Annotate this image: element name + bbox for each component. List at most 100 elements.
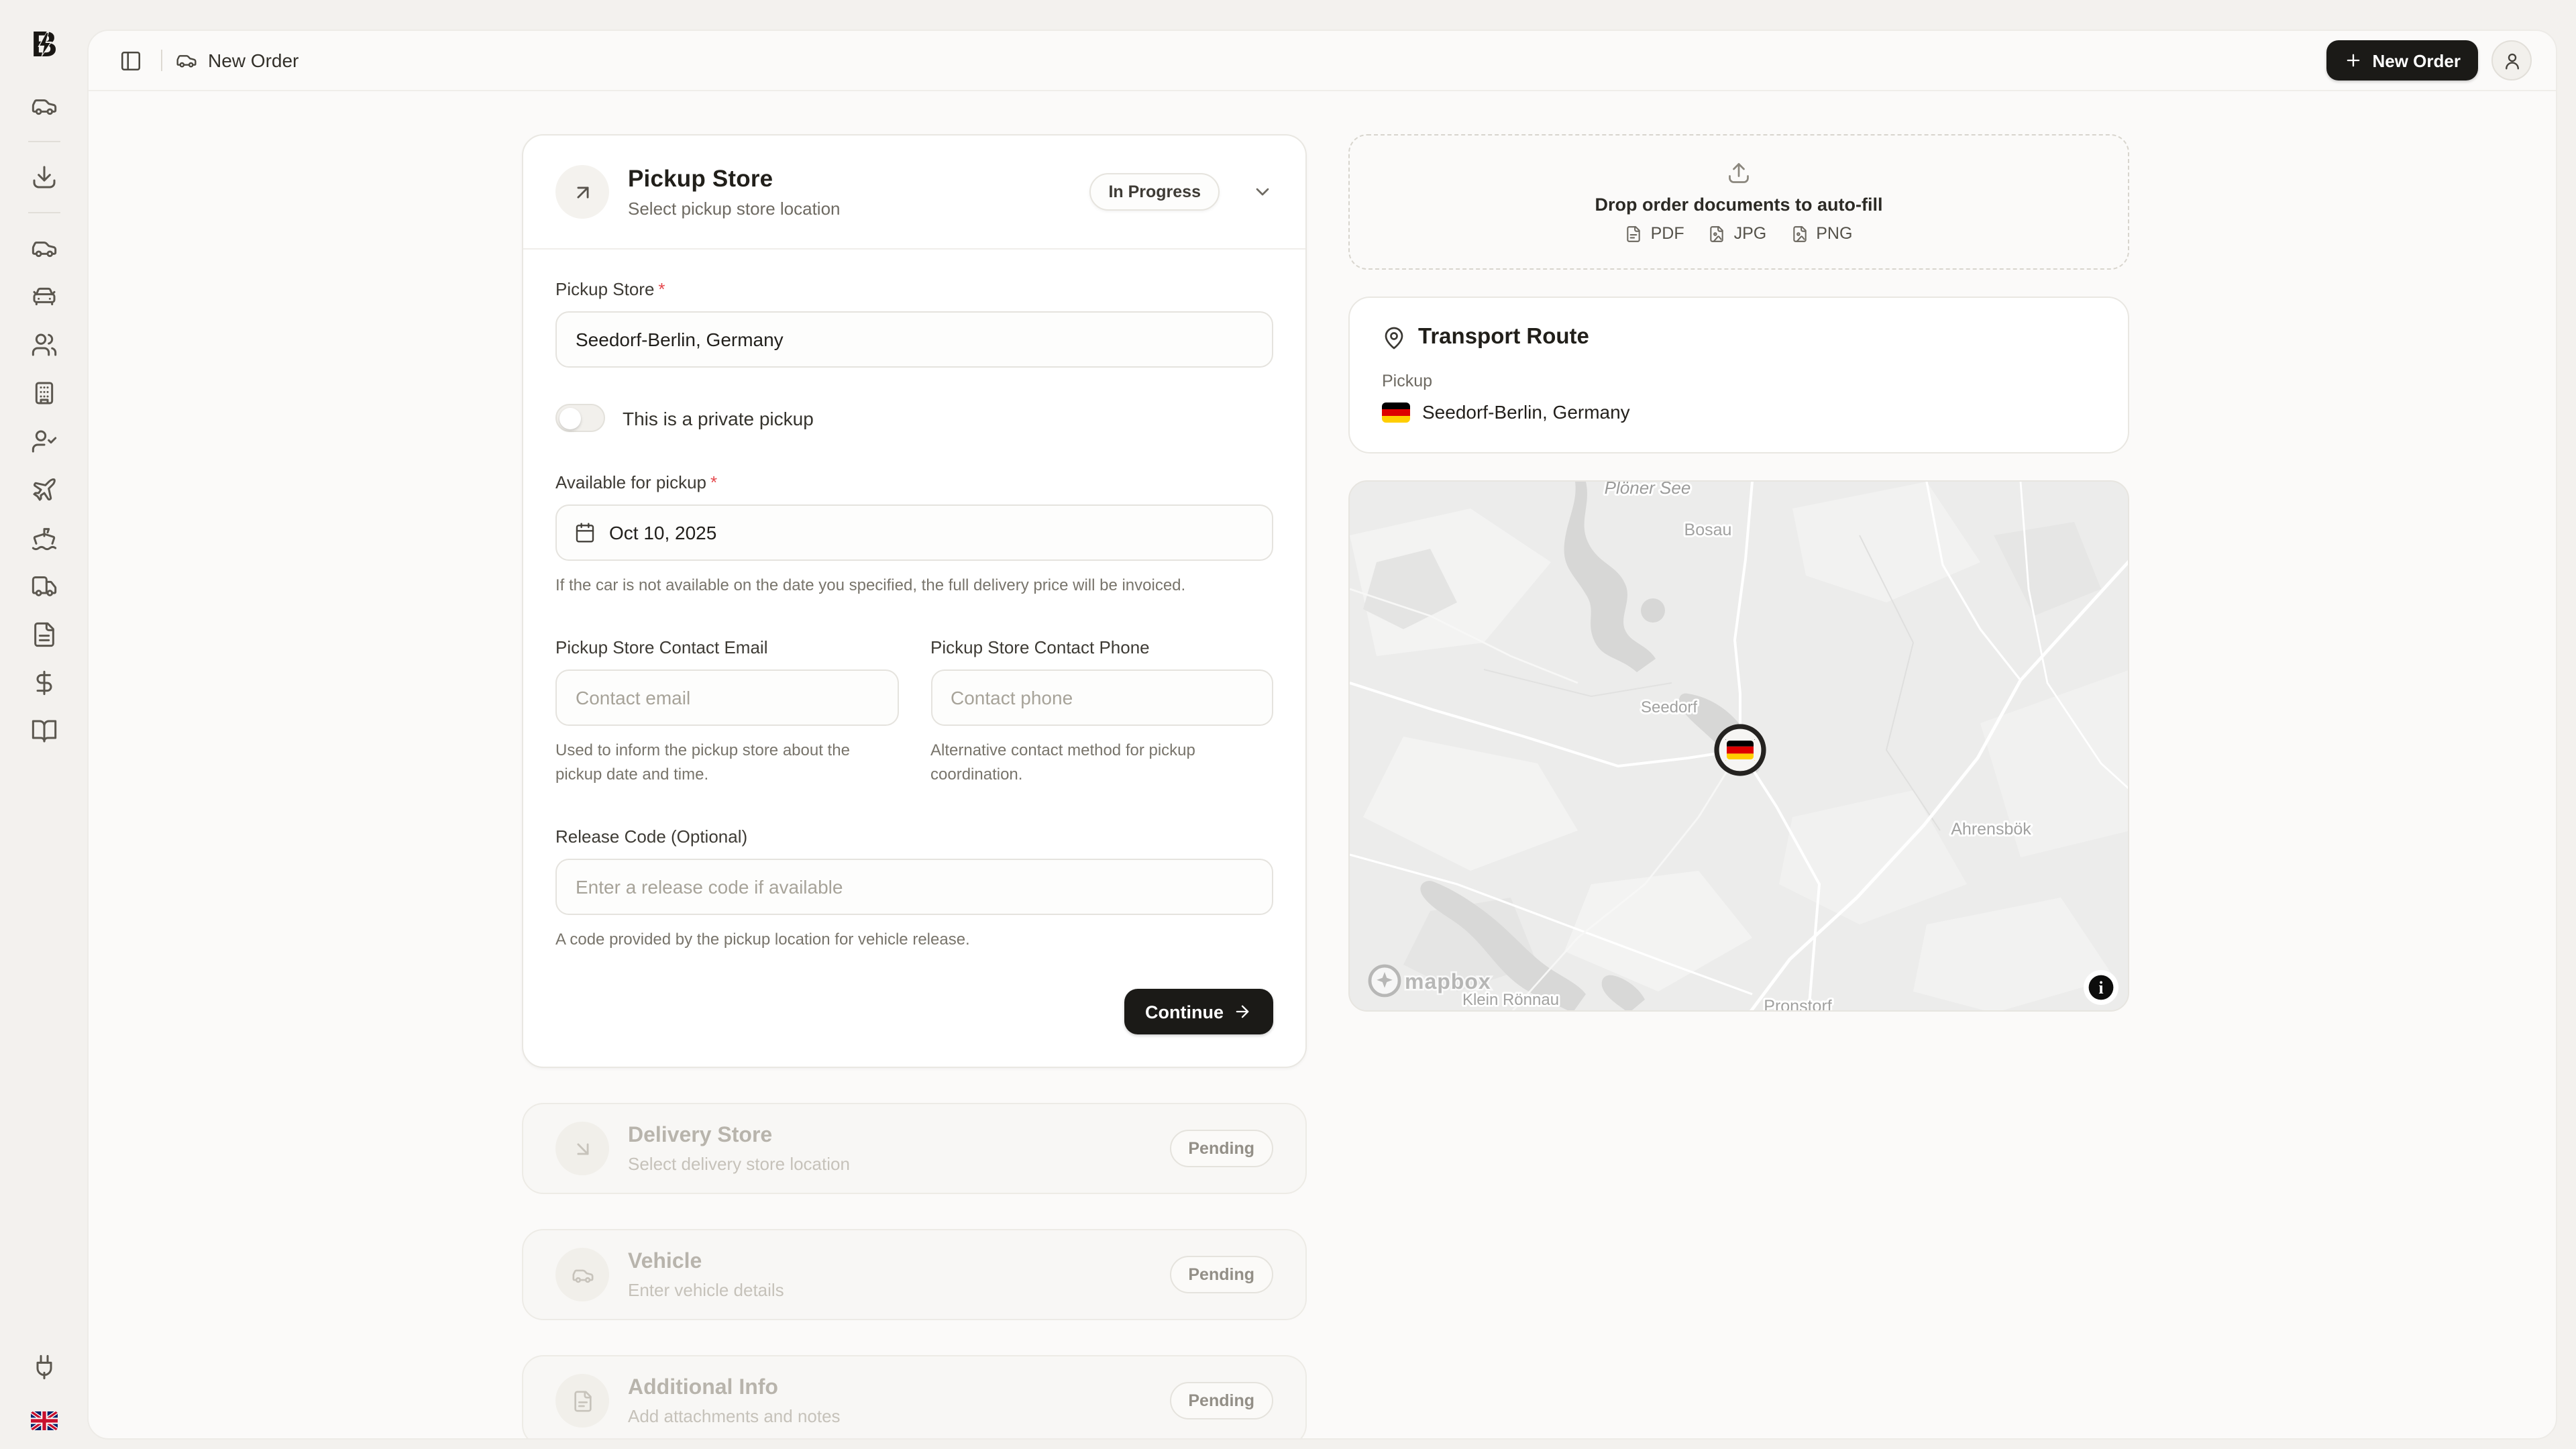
plug-icon[interactable]	[30, 1354, 57, 1387]
contact-email-label: Pickup Store Contact Email	[555, 637, 898, 657]
step-subtitle: Add attachments and notes	[628, 1405, 1150, 1426]
route-title: Transport Route	[1418, 325, 1589, 350]
map-label-lake: Plöner See	[1605, 482, 1691, 498]
plus-icon	[2345, 51, 2363, 70]
route-pickup-label: Pickup	[1382, 372, 2096, 390]
step-subtitle: Enter vehicle details	[628, 1279, 1150, 1299]
upload-icon	[1727, 161, 1751, 185]
route-map[interactable]: Plöner See Bosau Seedorf Ahrensbök Klein…	[1348, 480, 2129, 1012]
status-badge: In Progress	[1089, 173, 1220, 211]
contact-phone-input[interactable]	[930, 669, 1273, 726]
map-label-seedorf: Seedorf	[1641, 698, 1697, 716]
brand-logo[interactable]: B	[26, 27, 61, 68]
status-badge: Pending	[1169, 1382, 1273, 1419]
map-label-ahrensbok: Ahrensbök	[1951, 820, 2031, 839]
uk-flag-icon[interactable]	[30, 1411, 57, 1430]
file-type-jpg: JPG	[1709, 224, 1767, 243]
sidebar-divider	[28, 141, 60, 142]
van-icon[interactable]	[30, 235, 57, 262]
map-info-button: i	[2084, 970, 2118, 1005]
user-icon	[2502, 50, 2522, 70]
svg-text:i: i	[2098, 978, 2103, 998]
transport-route-card: Transport Route Pickup Seedorf-Berlin, G…	[1348, 297, 2129, 453]
car-front-icon[interactable]	[30, 283, 57, 310]
pickup-store-input[interactable]	[555, 311, 1273, 368]
arrow-down-right-icon	[555, 1122, 609, 1175]
file-type-png: PNG	[1790, 224, 1852, 243]
van-icon[interactable]	[30, 93, 57, 119]
chevron-down-icon[interactable]	[1252, 181, 1273, 203]
delivery-store-card[interactable]: Delivery Store Select delivery store loc…	[522, 1103, 1307, 1194]
summary-column: Drop order documents to auto-fill PDF JP…	[1348, 134, 2129, 1012]
book-open-icon[interactable]	[30, 718, 57, 745]
van-icon	[555, 1248, 609, 1301]
new-order-button[interactable]: New Order	[2327, 40, 2479, 80]
file-image-icon	[1790, 225, 1808, 242]
dollar-icon[interactable]	[30, 669, 57, 696]
map-marker	[1717, 727, 1764, 773]
file-type-pdf: PDF	[1625, 224, 1684, 243]
car-icon	[176, 50, 197, 71]
continue-button[interactable]: Continue	[1124, 989, 1273, 1034]
pickup-store-header[interactable]: Pickup Store Select pickup store locatio…	[523, 136, 1305, 248]
user-check-icon[interactable]	[30, 428, 57, 455]
step-title: Delivery Store	[628, 1124, 1150, 1148]
pickup-date-input[interactable]: Oct 10, 2025	[555, 504, 1273, 561]
download-icon[interactable]	[30, 164, 57, 191]
steps-column: Pickup Store Select pickup store locatio…	[522, 134, 1307, 1440]
release-code-helper: A code provided by the pickup location f…	[555, 927, 1273, 951]
file-text-icon[interactable]	[30, 621, 57, 648]
arrow-up-right-icon	[555, 165, 609, 219]
mapbox-logo: mapbox	[1370, 966, 1491, 996]
contact-email-input[interactable]	[555, 669, 898, 726]
contact-email-helper: Used to inform the pickup store about th…	[555, 738, 898, 786]
contact-phone-helper: Alternative contact method for pickup co…	[930, 738, 1273, 786]
required-mark: *	[658, 279, 665, 299]
users-icon[interactable]	[30, 331, 57, 358]
plane-icon[interactable]	[30, 476, 57, 503]
map-label-bosau: Bosau	[1684, 521, 1732, 539]
private-pickup-label: This is a private pickup	[623, 407, 814, 429]
step-subtitle: Select pickup store location	[628, 199, 1071, 219]
status-badge: Pending	[1169, 1256, 1273, 1293]
date-helper-text: If the car is not available on the date …	[555, 573, 1273, 597]
panel-toggle-icon[interactable]	[113, 43, 148, 78]
breadcrumb[interactable]: New Order	[176, 50, 299, 71]
pickup-store-label: Pickup Store*	[555, 279, 1273, 299]
vehicle-card[interactable]: Vehicle Enter vehicle details Pending	[522, 1229, 1307, 1320]
map-label-pronstorf: Pronstorf	[1764, 997, 1831, 1012]
main-panel: New Order New Order	[87, 30, 2557, 1440]
sidebar-divider	[28, 212, 60, 213]
step-subtitle: Select delivery store location	[628, 1153, 1150, 1173]
file-text-icon	[555, 1374, 609, 1428]
ship-icon[interactable]	[30, 525, 57, 551]
map-label-klein-ronnau: Klein Rönnau	[1462, 991, 1559, 1009]
release-code-input[interactable]	[555, 859, 1273, 915]
step-title: Vehicle	[628, 1250, 1150, 1274]
sidebar: B	[0, 0, 87, 1449]
release-code-label: Release Code (Optional)	[555, 826, 1273, 847]
content: Pickup Store Select pickup store locatio…	[89, 91, 2556, 1440]
required-mark: *	[710, 472, 717, 492]
dropzone-title: Drop order documents to auto-fill	[1595, 195, 1883, 215]
document-dropzone[interactable]: Drop order documents to auto-fill PDF JP…	[1348, 134, 2129, 270]
step-title: Additional Info	[628, 1376, 1150, 1400]
contact-phone-label: Pickup Store Contact Phone	[930, 637, 1273, 657]
building-icon[interactable]	[30, 380, 57, 407]
status-badge: Pending	[1169, 1130, 1273, 1167]
step-title: Pickup Store	[628, 165, 1071, 193]
additional-info-card[interactable]: Additional Info Add attachments and note…	[522, 1355, 1307, 1440]
app-stage: B	[0, 0, 2576, 1449]
private-pickup-toggle[interactable]	[555, 404, 605, 432]
user-menu-button[interactable]	[2491, 40, 2532, 80]
pickup-store-card: Pickup Store Select pickup store locatio…	[522, 134, 1307, 1068]
route-pickup-value: Seedorf-Berlin, Germany	[1422, 401, 1630, 423]
topbar: New Order New Order	[89, 31, 2556, 91]
sidebar-nav	[28, 93, 60, 745]
topbar-divider	[161, 50, 162, 71]
breadcrumb-label: New Order	[208, 50, 299, 71]
file-image-icon	[1709, 225, 1726, 242]
truck-icon[interactable]	[30, 573, 57, 600]
sidebar-bottom	[30, 1354, 57, 1430]
pickup-date-value: Oct 10, 2025	[609, 522, 716, 543]
